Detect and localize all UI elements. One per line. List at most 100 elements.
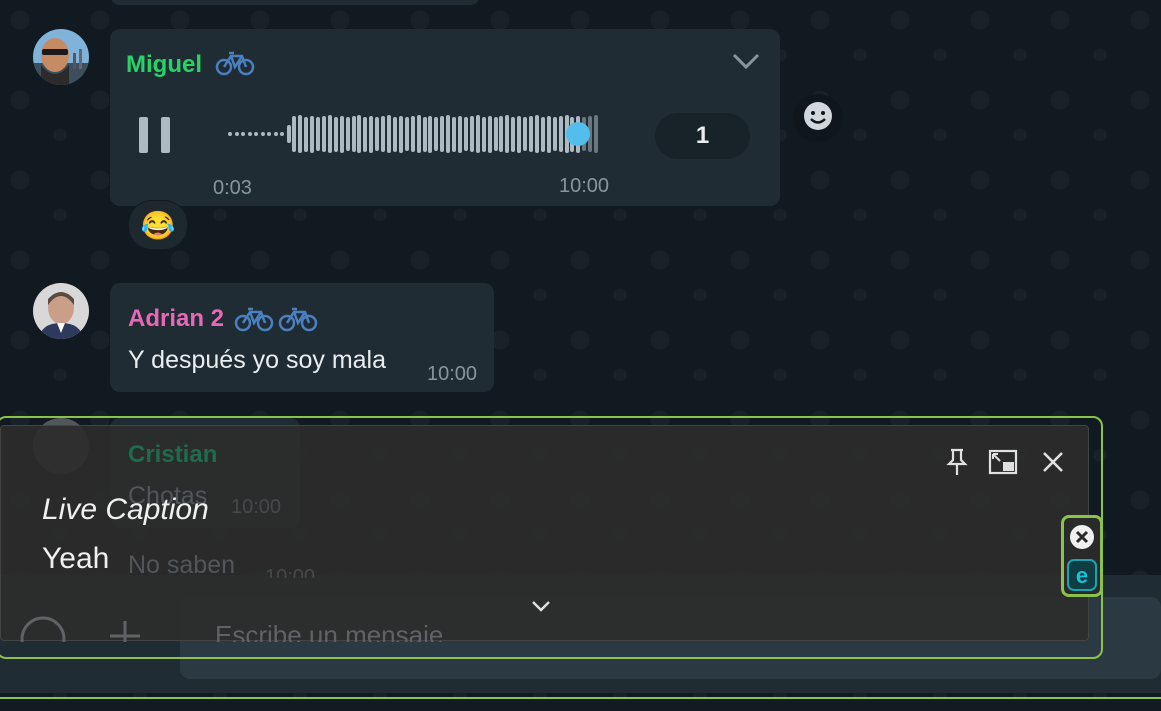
waveform-bar [321,116,326,152]
waveform-bar [351,116,356,152]
waveform-dot [234,132,239,136]
waveform-dot [241,132,245,136]
waveform-bar [292,116,297,152]
waveform-bar [339,115,344,153]
waveform-bar [452,116,457,152]
waveform-bar [505,115,510,153]
avatar-miguel[interactable] [33,29,89,85]
waveform-bar [357,115,362,153]
waveform-bar [369,115,374,153]
react-emoji-button[interactable] [793,94,843,142]
chevron-down-icon[interactable] [523,588,559,624]
waveform-bar [469,116,474,152]
bicycle-emoji-icon [215,49,255,84]
waveform-bar [499,116,504,152]
waveform-bar [286,125,291,143]
playback-speed-label: 1 [695,122,710,149]
background-sender-name: Cristian [128,441,218,468]
waveform-dot [280,132,284,136]
waveform-bar [327,115,332,153]
message-time: 10:00 [427,363,478,385]
waveform-bar [375,117,380,151]
waveform-bar [416,115,421,153]
waveform-bar [458,115,463,153]
waveform-bar [363,116,368,152]
reaction-badge[interactable]: 😂 [128,200,188,250]
antivirus-side-panel: e [1061,515,1103,597]
waveform-bar [422,116,427,152]
waveform-bar [333,116,338,152]
close-icon[interactable] [1035,444,1071,480]
reaction-emoji: 😂 [140,209,176,241]
voice-message-bubble[interactable]: Miguel 0:03 10:00 1 [110,29,780,206]
waveform-bar [517,115,522,153]
caption-title: Live Caption [42,493,209,526]
waveform-bar [463,117,468,151]
waveform-bar [398,115,403,153]
sender-name: Miguel [126,51,202,78]
background-input-placeholder: Escribe un mensaje [215,622,444,642]
background-plus-icon [108,619,142,642]
waveform-bar [511,116,516,152]
waveform-bar [558,116,563,152]
elapsed-time: 0:03 [213,177,252,199]
waveform-dot [228,132,232,136]
background-emoji-icon [19,615,67,642]
close-circle-icon[interactable] [1068,523,1096,556]
svg-text:e: e [1076,563,1088,588]
waveform-bar [310,115,315,153]
waveform-bar [381,116,386,152]
waveform-bar [404,117,409,151]
playback-speed-button[interactable]: 1 [655,113,750,159]
waveform-bar [392,116,397,152]
waveform-bar [552,117,557,151]
waveform-dot [254,132,258,136]
waveform-bar [410,116,415,152]
waveform-bar [487,115,492,153]
previous-message-bubble [110,0,480,5]
waveform-bar [529,116,534,152]
waveform-bar [540,116,545,152]
bicycle-emoji-icon [278,305,318,340]
caption-text: Yeah [42,542,110,575]
waveform-bar [546,115,551,153]
waveform-bar [387,115,392,153]
waveform-bar [594,115,599,153]
waveform-bar [345,117,350,151]
waveform-bar [434,117,439,151]
smiley-icon [802,100,834,137]
background-message-text: No saben [128,551,236,579]
waveform-dot [267,132,271,136]
sender-name: Adrian 2 [128,305,225,332]
background-message-time: 10:00 [265,566,316,578]
waveform-bar [428,115,433,153]
waveform-bar [523,117,528,151]
waveform-bar [316,117,321,151]
eset-logo-icon[interactable]: e [1067,559,1097,596]
waveform-seekbar[interactable] [228,112,600,156]
chevron-down-icon[interactable] [730,47,762,80]
expand-window-icon[interactable] [985,444,1021,480]
waveform-bar [298,115,303,153]
text-message-bubble[interactable]: Adrian 2 Y después yo soy mala 10:00 [110,283,494,392]
pin-icon[interactable] [939,444,975,480]
bottom-strip [0,699,1161,711]
waveform-bar [534,115,539,153]
pause-button[interactable] [138,116,174,159]
waveform-bar [446,115,451,153]
waveform-dot [247,132,252,136]
waveform-bar [481,116,486,152]
waveform-dot [260,132,265,136]
message-time: 10:00 [559,175,610,197]
waveform-bar [493,117,498,151]
waveform-bar [475,115,480,153]
message-text: Y después yo soy mala [128,346,387,374]
waveform-bar [440,116,445,152]
live-caption-window[interactable]: Cristian Chotas 10:00 No saben 10:00 Esc… [0,425,1089,642]
bicycle-emoji-icon [234,305,274,340]
waveform-bar [304,116,309,152]
waveform-dot [273,132,278,136]
playhead-knob[interactable] [566,122,591,146]
avatar-adrian[interactable] [33,283,89,339]
background-message-time: 10:00 [231,496,282,518]
